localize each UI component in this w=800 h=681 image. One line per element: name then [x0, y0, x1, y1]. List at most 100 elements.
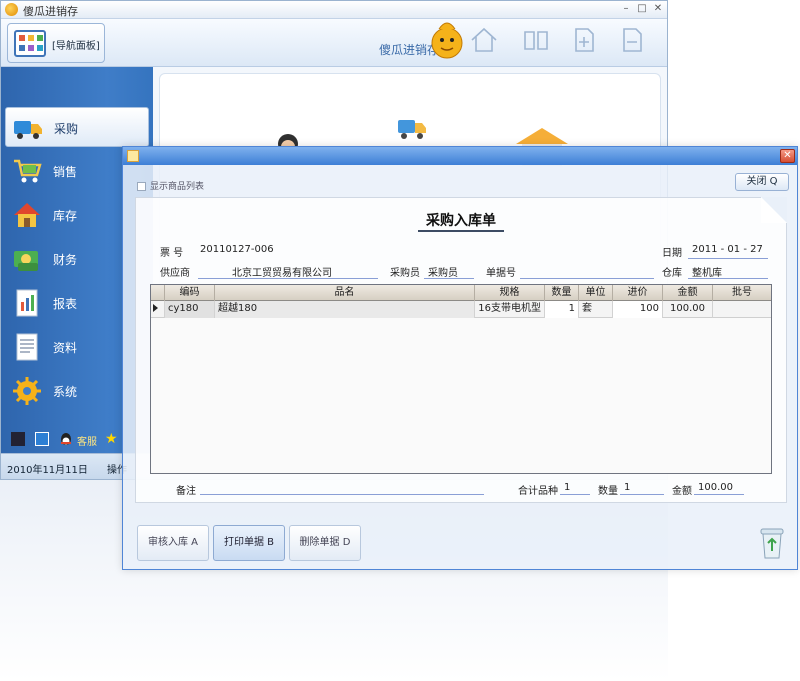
calculator-icon[interactable] [11, 432, 25, 446]
maximize-icon[interactable]: □ [635, 3, 649, 16]
buyer-underline [424, 278, 474, 279]
close-icon[interactable]: ✕ [651, 3, 665, 16]
total-qty-label: 数量 [598, 486, 618, 497]
close-button[interactable]: 关闭 Q [735, 173, 789, 191]
column-header[interactable]: 编码 [165, 285, 215, 301]
star-icon[interactable]: ★ [105, 432, 119, 446]
table-cell[interactable]: 超越180 [215, 301, 475, 318]
truck-icon [14, 121, 42, 139]
warehouse-label: 仓库 [662, 268, 682, 279]
checkbox-box[interactable] [137, 182, 146, 191]
audit-button-label: 审核入库 [147, 537, 188, 548]
column-header[interactable]: 金额 [663, 285, 713, 301]
mascot-icon [431, 22, 463, 59]
dialog-button-bar: 审核入库 A 打印单据 B 删除单据 D [123, 519, 797, 565]
show-product-list-checkbox[interactable]: 显示商品列表 [137, 179, 204, 192]
audit-shortcut: A [191, 537, 199, 548]
purchase-receipt-dialog: ✕ 显示商品列表 关闭 Q 采购入库单 票 号 20110127-006 日期 … [122, 146, 798, 570]
supplier-underline [198, 278, 378, 279]
sidebar-item-label: 系统 [53, 385, 78, 399]
close-icon[interactable]: ✕ [780, 149, 795, 163]
audit-button[interactable]: 审核入库 A [137, 525, 209, 561]
table-row[interactable]: cy180 超越180 16支带电机型 1 套 100 100.00 [151, 301, 771, 318]
table-cell[interactable]: 1 [545, 301, 579, 318]
row-selector-header [151, 285, 165, 301]
sidebar-item-label: 销售 [53, 165, 78, 179]
dialog-icon [127, 150, 139, 162]
show-product-list-label: 显示商品列表 [150, 182, 205, 192]
warehouse-field[interactable]: 整机库 [692, 264, 722, 279]
total-kinds-value: 1 [564, 482, 571, 493]
delete-shortcut: D [342, 537, 351, 548]
column-header[interactable]: 单位 [579, 285, 613, 301]
report-icon [16, 289, 38, 317]
purchase-flow-icon [398, 120, 426, 139]
table-cell[interactable]: 100 [613, 301, 663, 318]
app-logo-icon [5, 3, 18, 16]
title-underline [418, 230, 504, 232]
app-title: 傻瓜进销存 [23, 5, 78, 18]
main-titlebar: 傻瓜进销存 – □ ✕ [1, 1, 667, 19]
sidebar-item-purchase[interactable]: 采购 [5, 107, 149, 147]
book-icon[interactable] [521, 25, 551, 55]
total-kinds-label: 合计品种 [518, 486, 558, 497]
sidebar-item-label: 财务 [53, 253, 78, 267]
customer-service-label[interactable]: 客服 [77, 433, 97, 448]
total-amount-value: 100.00 [698, 482, 733, 493]
table-cell[interactable]: 100.00 [663, 301, 713, 318]
receipt-no-label: 票 号 [160, 248, 184, 259]
total-kinds-underline [560, 494, 590, 495]
sidebar-item-label: 采购 [54, 122, 79, 136]
notepad-icon[interactable] [35, 432, 49, 446]
receipt-no-value: 20110127-006 [200, 244, 274, 255]
qq-icon[interactable] [59, 432, 73, 446]
sidebar-item-label: 库存 [53, 209, 78, 223]
receipt-form: 采购入库单 票 号 20110127-006 日期 2011 - 01 - 27… [135, 197, 787, 503]
table-cell[interactable]: cy180 [165, 301, 215, 318]
remark-field[interactable] [200, 494, 484, 495]
total-amount-underline [694, 494, 744, 495]
remark-label: 备注 [176, 486, 196, 497]
cart-icon [14, 159, 42, 183]
home-icon[interactable] [469, 25, 499, 55]
status-date: 2010年11月11日 [7, 465, 88, 476]
warehouse-underline [688, 278, 768, 279]
dialog-titlebar: ✕ [123, 147, 797, 165]
supplier-field[interactable]: 北京工贸贸易有限公司 [232, 264, 332, 279]
order-no-label: 单据号 [486, 268, 516, 279]
date-field[interactable]: 2011 - 01 - 27 [692, 244, 763, 255]
add-document-icon[interactable] [569, 25, 599, 55]
recycle-bin-icon[interactable] [755, 525, 789, 561]
main-header: [导航面板] 傻瓜进销存 [1, 19, 667, 67]
print-shortcut: B [267, 537, 275, 548]
items-table[interactable]: 编码 品名 规格 数量 单位 进价 金额 批号 cy180 超越180 16支带… [150, 284, 772, 474]
buyer-label: 采购员 [390, 268, 420, 279]
total-amount-label: 金额 [672, 486, 692, 497]
nav-panel-label: [导航面板] [52, 41, 100, 52]
house-icon [14, 203, 40, 227]
supplier-label: 供应商 [160, 268, 190, 279]
table-cell[interactable] [713, 301, 771, 318]
money-icon [14, 251, 38, 271]
column-header[interactable]: 品名 [215, 285, 475, 301]
table-cell[interactable]: 套 [579, 301, 613, 318]
total-qty-value: 1 [624, 482, 631, 493]
column-header[interactable]: 批号 [713, 285, 771, 301]
document-title: 采购入库单 [426, 213, 496, 229]
minimize-icon[interactable]: – [619, 3, 633, 16]
delete-button[interactable]: 删除单据 D [289, 525, 361, 561]
row-selector[interactable] [151, 301, 165, 318]
close-shortcut-icon: Q [769, 176, 778, 187]
close-button-label: 关闭 [746, 176, 767, 187]
total-qty-underline [620, 494, 664, 495]
column-header[interactable]: 数量 [545, 285, 579, 301]
column-header[interactable]: 进价 [613, 285, 663, 301]
column-header[interactable]: 规格 [475, 285, 545, 301]
nav-panel-button[interactable]: [导航面板] [7, 23, 105, 63]
remove-document-icon[interactable] [617, 25, 647, 55]
buyer-field[interactable]: 采购员 [428, 264, 458, 279]
table-cell[interactable]: 16支带电机型 [475, 301, 545, 318]
print-button[interactable]: 打印单据 B [213, 525, 285, 561]
table-header: 编码 品名 规格 数量 单位 进价 金额 批号 [151, 285, 771, 301]
date-label: 日期 [662, 248, 682, 259]
